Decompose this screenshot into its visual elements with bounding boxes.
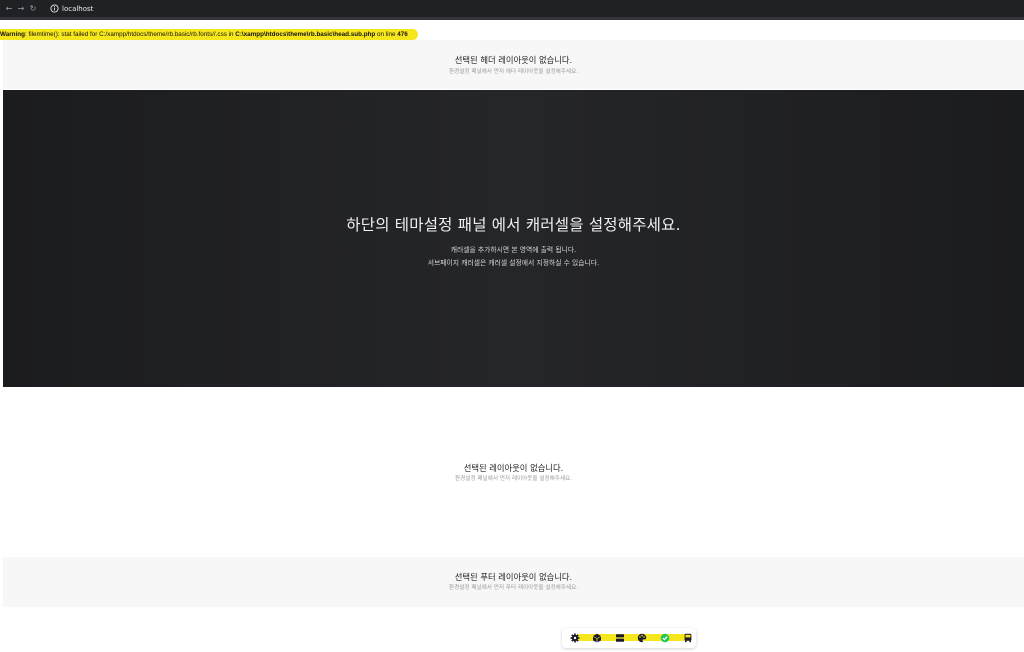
back-icon[interactable]: ←: [3, 4, 15, 13]
reload-icon[interactable]: ↻: [27, 4, 39, 13]
browser-toolbar: ← → ↻ localhost: [0, 0, 1024, 17]
forward-icon[interactable]: →: [15, 4, 27, 13]
php-warning: Warning: filemtime(): stat failed for C:…: [0, 28, 418, 40]
footer-empty-title: 선택된 푸터 레이아웃이 없습니다.: [454, 572, 573, 582]
warning-on-line: on line: [375, 30, 398, 38]
carousel-line-1: 캐러셀을 추가하시면 본 영역에 출력 됩니다.: [450, 246, 577, 254]
warning-label: Warning: [0, 30, 25, 38]
site-info-icon[interactable]: [49, 4, 59, 14]
layers-icon[interactable]: [613, 631, 627, 645]
browser-divider: [0, 17, 1024, 20]
layout-placeholder: 선택된 레이아웃이 없습니다. 환경설정 패널에서 먼저 레이아웃을 설정해주세…: [3, 388, 1024, 556]
header-placeholder: 선택된 헤더 레이아웃이 없습니다. 환경설정 패널에서 먼저 헤더 레이아웃을…: [3, 40, 1024, 89]
layout-empty-subtitle: 환경설정 패널에서 먼저 레이아웃을 설정해주세요.: [455, 476, 572, 482]
header-empty-title: 선택된 헤더 레이아웃이 없습니다.: [454, 55, 573, 65]
palette-icon[interactable]: [635, 631, 649, 645]
footer-placeholder: 선택된 푸터 레이아웃이 없습니다. 환경설정 패널에서 먼저 푸터 레이아웃을…: [3, 557, 1024, 607]
header-empty-subtitle: 환경설정 패널에서 먼저 헤더 레이아웃을 설정해주세요.: [448, 69, 579, 75]
carousel-line-2: 서브페이지 캐러셀은 캐러셀 설정에서 지정하실 수 있습니다.: [427, 259, 600, 267]
check-circle-icon[interactable]: [658, 631, 672, 645]
layout-empty-title: 선택된 레이아웃이 없습니다.: [463, 463, 564, 473]
warning-highlight: Warning: filemtime(): stat failed for C:…: [0, 28, 418, 40]
warning-line-number: 476: [397, 30, 408, 38]
address-bar[interactable]: localhost: [62, 5, 93, 13]
theme-settings-toolbar: [562, 628, 696, 648]
gear-icon[interactable]: [568, 631, 582, 645]
warning-path: C:\xampp\htdocs\theme\rb.basic\head.sub.…: [235, 30, 376, 38]
footer-empty-subtitle: 환경설정 패널에서 먼저 푸터 레이아웃을 설정해주세요.: [448, 585, 579, 591]
carousel-placeholder: 하단의 테마설정 패널 에서 캐러셀을 설정해주세요. 캐러셀을 추가하시면 본…: [3, 90, 1024, 387]
cube-icon[interactable]: [590, 631, 604, 645]
warning-message: : filemtime(): stat failed for C:/xampp/…: [24, 30, 236, 38]
bus-icon[interactable]: [681, 631, 695, 645]
carousel-title: 하단의 테마설정 패널 에서 캐러셀을 설정해주세요.: [346, 216, 681, 234]
